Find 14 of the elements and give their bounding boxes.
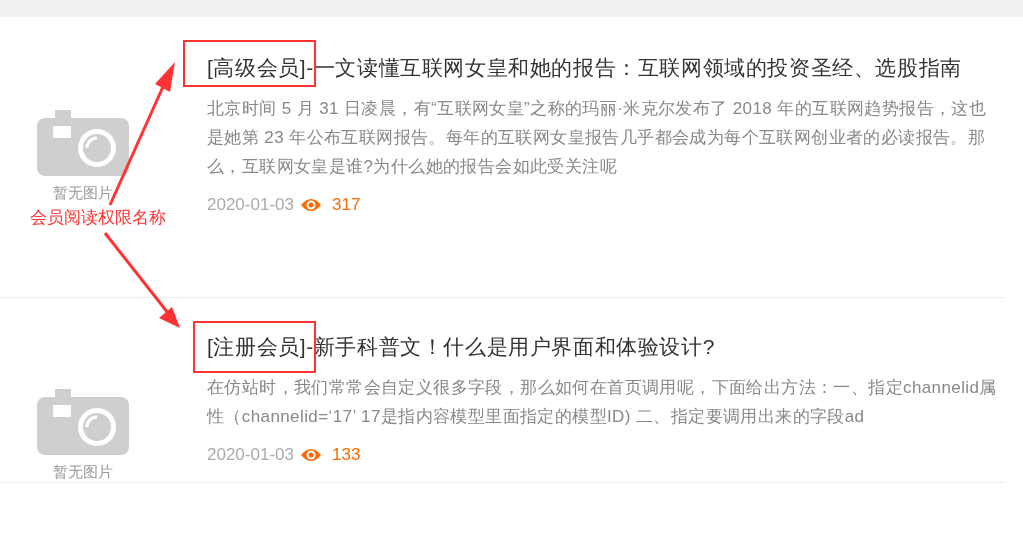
eye-icon xyxy=(299,197,322,213)
no-image-caption: 暂无图片 xyxy=(52,463,113,482)
article-summary: 在仿站时，我们常常会自定义很多字段，那么如何在首页调用呢，下面给出方法：一、指定channelid属性（channelid=‘17’ 17是指内容模型里面指定的模型ID) 二、指定要调用出来的字段ad xyxy=(207,377,997,428)
article-summary: 北京时间 5 月 31 日凌晨，有“互联网女皇”之称的玛丽·米克尔发布了 2018 年的互联网趋势报告，这也是她第 23 年公布互联网报告。每年的互联网女皇报告几乎都会成为每个互联网创业者的必读报告。那么，互联网女皇是谁?为什么她的报告会如此受关注呢 xyxy=(207,98,988,178)
publish-date: 2020-01-03 xyxy=(207,195,294,215)
eye-icon xyxy=(299,447,322,463)
annotation-label: 会员阅读权限名称 xyxy=(30,207,166,229)
article-title[interactable]: [注册会员]-新手科普文！什么是用户界面和体验设计? xyxy=(207,332,989,362)
camera-icon xyxy=(36,108,129,176)
camera-icon xyxy=(36,387,129,455)
publish-date: 2020-01-03 xyxy=(207,445,294,465)
view-count: 317 xyxy=(331,195,361,215)
no-image-caption: 暂无图片 xyxy=(52,184,113,203)
view-count: 133 xyxy=(331,445,361,465)
